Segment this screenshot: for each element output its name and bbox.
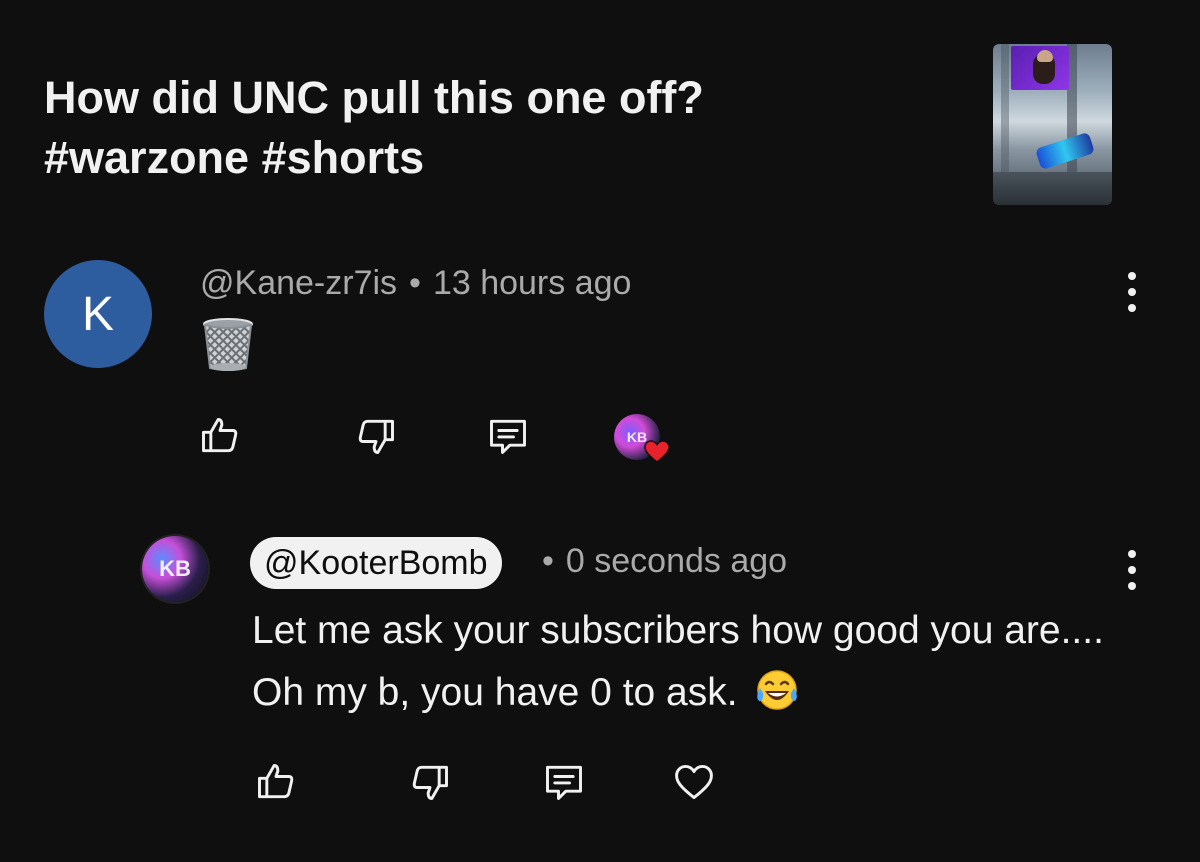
thumbs-down-icon: [412, 765, 448, 800]
avatar-letter: K: [81, 287, 114, 341]
reply-more-icon[interactable]: [1120, 550, 1144, 590]
reply-text: Let me ask your subscribers how good you…: [252, 609, 1104, 714]
reply-timestamp: 0 seconds ago: [565, 542, 788, 580]
reply-button[interactable]: [486, 414, 530, 458]
comment-meta: @Kane-zr7is • 13 hours ago: [200, 264, 631, 303]
reply-dislike-button[interactable]: [408, 760, 452, 804]
tears-of-joy-emoji-icon: [757, 670, 798, 710]
comment-author[interactable]: @Kane-zr7is: [200, 264, 397, 303]
comment-timestamp: 13 hours ago: [432, 264, 632, 302]
reply-body: Let me ask your subscribers how good you…: [252, 600, 1132, 724]
comment-icon: [490, 419, 526, 454]
comment-icon: [546, 765, 582, 800]
reply-heart-button[interactable]: [672, 760, 716, 804]
wastebasket-emoji-icon: [203, 318, 253, 371]
thumbs-down-icon: [358, 419, 394, 454]
reply-reply-button[interactable]: [542, 760, 586, 804]
video-thumbnail[interactable]: [993, 44, 1112, 205]
thumbs-up-icon: [258, 764, 294, 799]
reply-author: @KooterBomb: [264, 543, 488, 582]
reply-author-pill[interactable]: @KooterBomb: [250, 537, 502, 589]
facecam-overlay: [1011, 46, 1069, 90]
heart-icon: [644, 440, 670, 463]
meta-separator: •: [542, 542, 554, 580]
commenter-avatar[interactable]: K: [44, 260, 152, 368]
meta-separator: •: [409, 264, 421, 302]
reply-avatar[interactable]: KB: [142, 536, 208, 602]
video-title: How did UNC pull this one off? #warzone …: [44, 72, 704, 183]
reply-like-button[interactable]: [254, 760, 298, 804]
reply-meta: • 0 seconds ago: [530, 542, 787, 581]
dislike-button[interactable]: [354, 414, 398, 458]
heart-icon: [675, 764, 713, 800]
reply-avatar-initials: KB: [159, 556, 191, 581]
comment-more-icon[interactable]: [1120, 272, 1144, 312]
like-button[interactable]: [198, 414, 242, 458]
creator-heart: KB: [614, 414, 670, 464]
thumbs-up-icon: [202, 418, 238, 453]
